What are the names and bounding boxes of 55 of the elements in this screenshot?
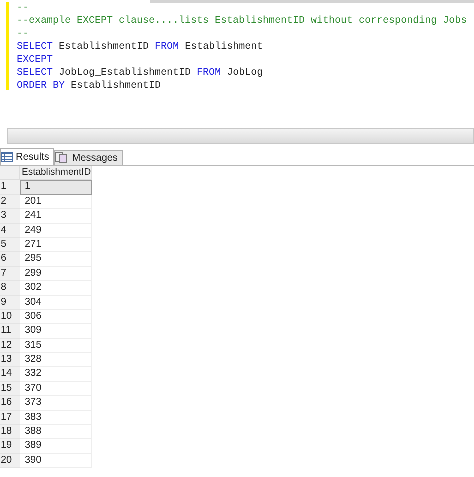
- table-cell[interactable]: 241: [20, 209, 92, 224]
- table-cell[interactable]: 201: [20, 194, 92, 210]
- table-cell[interactable]: 390: [20, 454, 92, 468]
- table-cell[interactable]: 370: [20, 382, 92, 396]
- table-cell[interactable]: 302: [20, 281, 92, 296]
- row-number: 11: [0, 324, 20, 339]
- table-cell[interactable]: 388: [20, 425, 92, 440]
- results-tab[interactable]: Results: [0, 148, 54, 165]
- table-cell[interactable]: 304: [20, 296, 92, 310]
- table-cell[interactable]: 332: [20, 367, 92, 382]
- code-line: --example EXCEPT clause....lists EstablishmentID without corresponding Jobs: [17, 15, 468, 28]
- row-number: 1: [0, 180, 20, 195]
- code-line: ORDER BY EstablishmentID: [17, 80, 162, 93]
- row-number: 6: [0, 252, 20, 267]
- table-cell[interactable]: 271: [20, 238, 92, 252]
- code-line: EXCEPT: [17, 54, 54, 67]
- table-cell[interactable]: 383: [20, 410, 92, 426]
- row-number: 8: [0, 281, 20, 296]
- code-line: --: [17, 28, 30, 41]
- row-number: 3: [0, 209, 20, 224]
- row-number: 7: [0, 266, 20, 282]
- row-number: 10: [0, 310, 20, 324]
- table-cell[interactable]: 309: [20, 324, 92, 339]
- row-number: 13: [0, 353, 20, 368]
- table-cell[interactable]: 249: [20, 224, 92, 238]
- grid-corner[interactable]: [0, 166, 20, 180]
- horizontal-scrollbar[interactable]: [7, 128, 474, 144]
- row-number: 14: [0, 367, 20, 382]
- row-number: 16: [0, 396, 20, 411]
- table-cell[interactable]: 373: [20, 396, 92, 411]
- row-number: 9: [0, 296, 20, 310]
- row-number: 19: [0, 439, 20, 454]
- row-number: 4: [0, 224, 20, 238]
- table-cell[interactable]: 389: [20, 439, 92, 454]
- row-number: 15: [0, 382, 20, 396]
- row-number: 20: [0, 454, 20, 468]
- results-tab[interactable]: Messages: [54, 150, 123, 165]
- code-line: SELECT EstablishmentID FROM Establishment: [17, 41, 264, 54]
- grid-icon: [1, 152, 13, 162]
- table-cell[interactable]: 315: [20, 338, 92, 354]
- code-editor[interactable]: -- --example EXCEPT clause....lists EstablishmentID without corresponding Jobs -- SELECT EstablishmentID FROM Establishment EXCEPT SELECT JobLog_EstablishmentID FROM JobLog ORDER BY EstablishmentID: [0, 0, 474, 128]
- row-number: 5: [0, 238, 20, 252]
- column-header[interactable]: EstablishmentID: [20, 166, 92, 180]
- table-cell[interactable]: 328: [20, 353, 92, 368]
- code-line: SELECT JobLog_EstablishmentID FROM JobLog: [17, 67, 264, 80]
- table-cell[interactable]: 295: [20, 252, 92, 267]
- documents-icon: [55, 152, 70, 164]
- code-line: --: [17, 2, 30, 15]
- table-cell[interactable]: 306: [20, 310, 92, 324]
- row-number: 2: [0, 194, 20, 210]
- table-cell[interactable]: 1: [20, 180, 92, 195]
- row-number: 18: [0, 425, 20, 440]
- table-cell[interactable]: 299: [20, 266, 92, 282]
- row-number: 12: [0, 338, 20, 354]
- row-number: 17: [0, 410, 20, 426]
